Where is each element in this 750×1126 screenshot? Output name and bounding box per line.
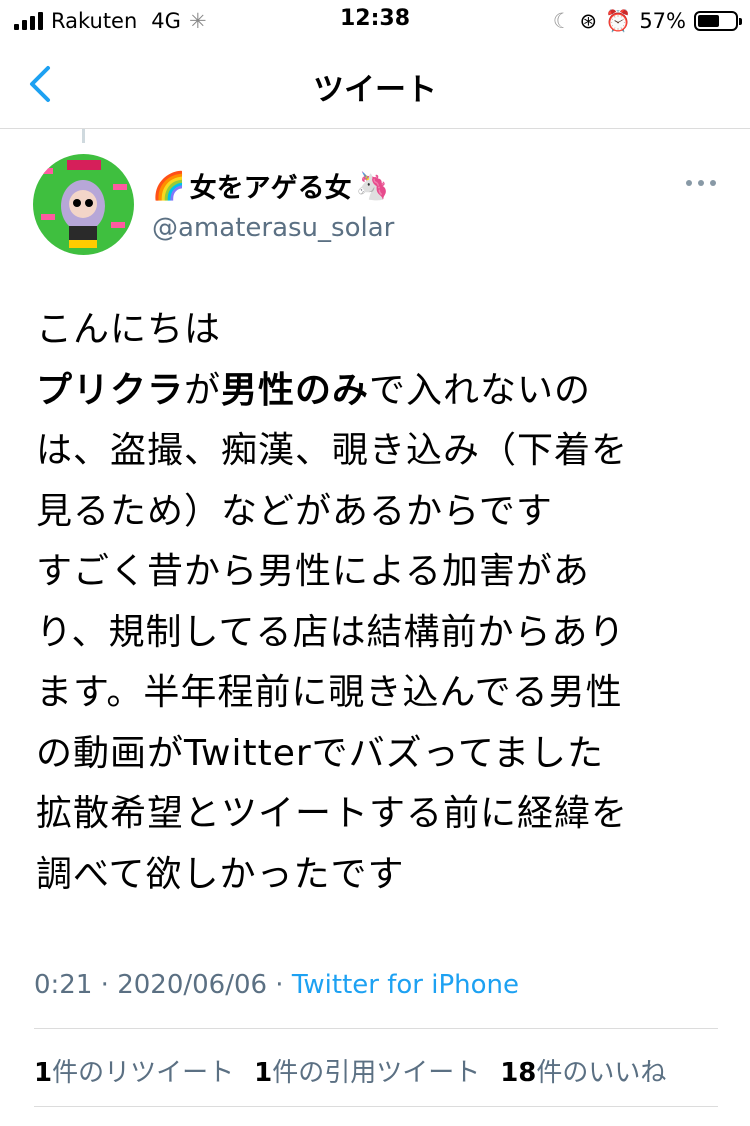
meta-separator: ·: [267, 970, 292, 1000]
tweet-meta: 0:21 · 2020/06/06 · Twitter for iPhone: [34, 970, 519, 1000]
retweets-stat[interactable]: 1件のリツイート: [34, 1052, 234, 1089]
tweet-date: 2020/06/06: [117, 970, 268, 1000]
quote-label: 件の引用ツイート: [272, 1058, 481, 1088]
text-segment: ます。半年程前に覗き込んでる男性: [36, 672, 623, 713]
tweet-text-line: 拡散希望とツイートする前に経緯を: [36, 784, 726, 845]
likes-stat[interactable]: 18件のいいね: [500, 1052, 666, 1089]
author-name: 女をアゲる女: [189, 173, 352, 204]
nav-bar: ツイート: [0, 42, 750, 129]
like-label: 件のいいね: [536, 1058, 667, 1088]
tweet-text-line: こんにちは: [36, 300, 726, 361]
more-dot-icon: [710, 180, 716, 186]
tweet-text-line: は、盗撮、痴漢、覗き込み（下着を: [36, 421, 726, 482]
tweet-stats: 1件のリツイート 1件の引用ツイート 18件のいいね: [34, 1052, 666, 1089]
bold-text-segment: プリクラ: [36, 369, 185, 411]
avatar[interactable]: [33, 154, 134, 255]
tweet-text-line: の動画がTwitterでバズってました: [36, 724, 726, 785]
tweet-time: 0:21: [34, 970, 93, 1000]
tweet-author[interactable]: 🌈 女をアゲる女 🦄 @amaterasu_solar: [152, 166, 395, 244]
display-name: 🌈 女をアゲる女 🦄: [152, 166, 394, 205]
quote-count: 1: [254, 1058, 273, 1088]
more-dot-icon: [698, 180, 704, 186]
tweet-text: こんにちはプリクラが男性のみで入れないのは、盗撮、痴漢、覗き込み（下着を 見るため…: [36, 300, 726, 905]
more-dot-icon: [686, 180, 692, 186]
like-count: 18: [500, 1058, 537, 1088]
more-options-button[interactable]: [686, 180, 716, 186]
page-title: ツイート: [313, 72, 437, 108]
tweet-text-line: ます。半年程前に覗き込んでる男性: [36, 663, 726, 724]
divider: [34, 1106, 718, 1107]
tweet-text-line: 見るため）などがあるからです: [36, 482, 726, 543]
orientation-lock-icon: ⊛: [579, 9, 598, 33]
alarm-icon: ⏰: [605, 8, 632, 33]
text-segment: 調べて欲しかったです: [36, 853, 405, 895]
text-segment: の動画がTwitterでバズってました: [36, 732, 605, 774]
text-segment: こんにちは: [36, 309, 222, 350]
status-bar: Rakuten 4G ✳ 12:38 ☾ ⊛ ⏰ 57%: [0, 0, 750, 42]
meta-separator: ·: [92, 970, 118, 1000]
text-segment: 拡散希望とツイートする前に経緯を: [36, 793, 629, 834]
retweet-count: 1: [34, 1058, 53, 1088]
text-segment: り、規制してる店は結構前からあり: [36, 611, 626, 653]
text-segment: 見るため）などがあるからです: [36, 490, 553, 532]
rainbow-icon: 🌈: [152, 170, 186, 202]
text-segment: すごく昔から男性による加害があ: [36, 551, 590, 592]
battery-icon: [694, 11, 742, 31]
text-segment: は、盗撮、痴漢、覗き込み（下着を: [36, 430, 629, 471]
thread-connector-line: [82, 129, 85, 143]
author-handle: @amaterasu_solar: [152, 213, 395, 243]
text-segment: で入れないの: [369, 369, 592, 411]
tweet-text-line: プリクラが男性のみで入れないの: [36, 361, 726, 422]
bold-text-segment: 男性のみ: [221, 369, 370, 411]
status-right: ☾ ⊛ ⏰ 57%: [552, 6, 742, 36]
retweet-label: 件のリツイート: [52, 1058, 235, 1088]
avatar-image: [33, 154, 134, 255]
tweet-source-link[interactable]: Twitter for iPhone: [292, 970, 519, 1000]
tweet-text-line: 調べて欲しかったです: [36, 845, 726, 906]
unicorn-icon: 🦄: [355, 170, 390, 202]
divider: [34, 1028, 718, 1029]
battery-percent: 57%: [639, 9, 686, 33]
text-segment: が: [184, 369, 222, 411]
moon-icon: ☾: [552, 9, 572, 33]
quotes-stat[interactable]: 1件の引用ツイート: [254, 1052, 480, 1089]
tweet-text-line: り、規制してる店は結構前からあり: [36, 603, 726, 664]
tweet-text-line: すごく昔から男性による加害があ: [36, 542, 726, 603]
